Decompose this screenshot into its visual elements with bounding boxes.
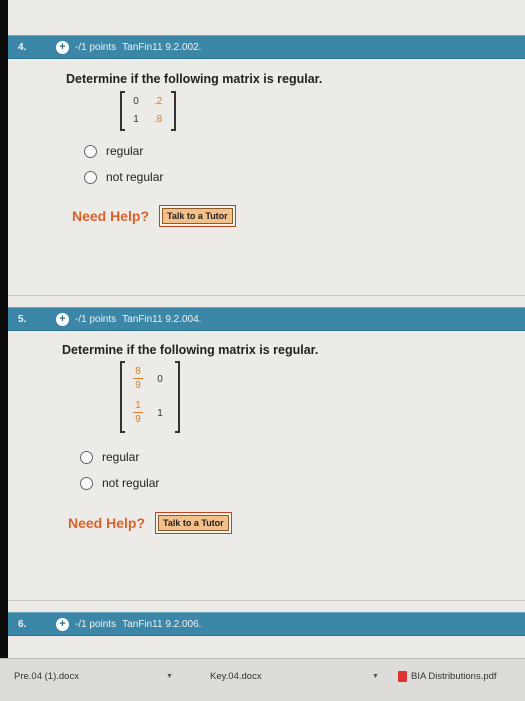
expand-icon[interactable]: + — [56, 617, 69, 631]
chevron-down-icon[interactable]: ▼ — [372, 673, 379, 680]
fraction-denominator: 9 — [135, 414, 141, 425]
matrix-cell: 8 9 — [128, 366, 148, 391]
radio-button[interactable] — [80, 450, 93, 464]
divider — [8, 600, 525, 601]
expand-icon[interactable]: + — [56, 312, 69, 326]
need-help-label: Need Help? — [72, 208, 150, 224]
download-filename: Key.04.docx — [210, 671, 262, 682]
pdf-file-icon — [398, 671, 407, 682]
matrix-cell: .8 — [153, 114, 163, 125]
matrix-cell: 0 — [133, 96, 139, 107]
divider — [8, 295, 525, 296]
chevron-down-icon[interactable]: ▼ — [166, 673, 173, 680]
radio-button[interactable] — [84, 170, 97, 184]
option-label: regular — [106, 144, 144, 158]
homework-page: 4. + -/1 points TanFin11 9.2.002. Determ… — [8, 0, 525, 658]
option-regular[interactable]: regular — [84, 144, 143, 158]
fraction-denominator: 9 — [135, 380, 141, 391]
option-label: regular — [102, 450, 140, 464]
tutor-button-label: Talk to a Tutor — [158, 515, 229, 531]
help-row: Need Help? Talk to a Tutor — [72, 205, 236, 227]
option-label: not regular — [102, 476, 160, 490]
tutor-button-label: Talk to a Tutor — [162, 208, 233, 224]
fraction-numerator: 8 — [135, 366, 141, 377]
talk-to-tutor-button[interactable]: Talk to a Tutor — [159, 205, 236, 227]
option-regular[interactable]: regular — [80, 450, 139, 464]
matrix-cell: .2 — [153, 96, 163, 107]
question-code: TanFin11 9.2.002. — [122, 41, 202, 53]
help-row: Need Help? Talk to a Tutor — [68, 512, 232, 534]
radio-button[interactable] — [84, 144, 97, 158]
download-filename: Pre.04 (1).docx — [14, 671, 79, 682]
points-label: -/1 points — [75, 41, 117, 53]
points-label: -/1 points — [75, 618, 117, 630]
question-code: TanFin11 9.2.004. — [122, 313, 202, 325]
radio-button[interactable] — [80, 476, 93, 490]
matrix-cell: 1 — [157, 408, 163, 419]
matrix-cell: 1 — [133, 114, 139, 125]
expand-icon[interactable]: + — [56, 40, 69, 54]
question-4-matrix: 0 .2 1 .8 — [120, 91, 176, 131]
talk-to-tutor-button[interactable]: Talk to a Tutor — [155, 512, 232, 534]
matrix-cell: 1 9 — [128, 400, 148, 425]
question-code: TanFin11 9.2.006. — [122, 618, 202, 630]
question-6-header: 6. + -/1 points TanFin11 9.2.006. — [8, 612, 525, 636]
download-item[interactable]: Pre.04 (1).docx — [14, 671, 79, 682]
download-item[interactable]: BIA Distributions.pdf — [398, 671, 497, 682]
option-label: not regular — [106, 170, 164, 184]
option-not-regular[interactable]: not regular — [84, 170, 163, 184]
download-filename: BIA Distributions.pdf — [411, 671, 497, 682]
matrix-cell: 0 — [157, 374, 163, 385]
question-number: 6. — [18, 618, 27, 630]
question-number: 4. — [18, 41, 27, 53]
question-5-prompt: Determine if the following matrix is reg… — [62, 343, 319, 357]
question-4-header: 4. + -/1 points TanFin11 9.2.002. — [8, 35, 525, 59]
question-number: 5. — [18, 313, 27, 325]
fraction-numerator: 1 — [135, 400, 141, 411]
question-4-prompt: Determine if the following matrix is reg… — [66, 72, 323, 86]
question-5-header: 5. + -/1 points TanFin11 9.2.004. — [8, 307, 525, 331]
question-5-matrix: 8 9 0 1 9 1 — [120, 361, 180, 433]
download-item[interactable]: Key.04.docx — [210, 671, 262, 682]
downloads-bar: Pre.04 (1).docx ▼ Key.04.docx ▼ BIA Dist… — [0, 658, 525, 701]
points-label: -/1 points — [75, 313, 117, 325]
option-not-regular[interactable]: not regular — [80, 476, 159, 490]
need-help-label: Need Help? — [68, 515, 146, 531]
